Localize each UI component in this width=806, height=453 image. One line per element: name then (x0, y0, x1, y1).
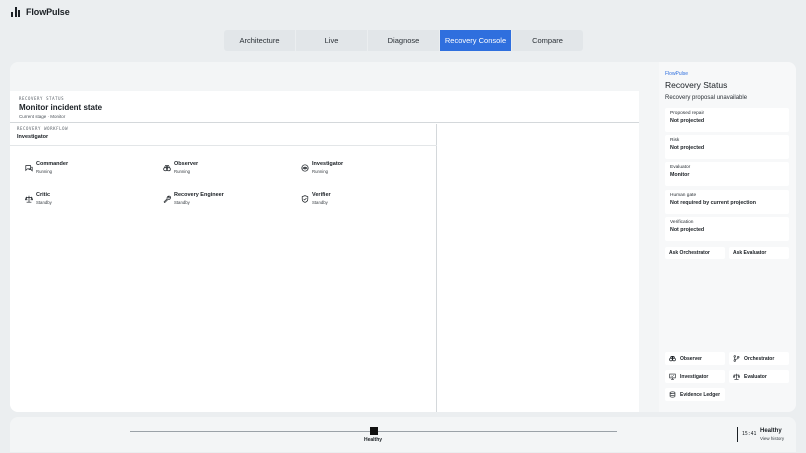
timeline-status: Healthy (760, 428, 782, 434)
view-tabs: Architecture Live Diagnose Recovery Cons… (224, 30, 583, 51)
timeline-marker-label: Healthy (364, 437, 383, 443)
panel-title: Recovery Status (665, 80, 728, 90)
field-value: Not projected (670, 118, 705, 124)
field-evaluator: Evaluator Monitor (665, 162, 789, 186)
tab-diagnose[interactable]: Diagnose (368, 30, 439, 51)
nav-investigator-button[interactable]: Investigator (665, 370, 725, 383)
agent-name: Verifier (312, 192, 331, 198)
binoculars-icon (669, 356, 676, 362)
database-icon (669, 391, 676, 398)
nav-label: Observer (680, 355, 702, 362)
nav-evidence-ledger-button[interactable]: Evidence Ledger (665, 388, 725, 401)
scale-icon (733, 373, 740, 380)
field-risk: Risk Not projected (665, 135, 789, 159)
agent-critic[interactable]: Critic Standby (25, 192, 145, 212)
agent-investigator[interactable]: Investigator Running (301, 161, 421, 181)
bar-chart-icon (11, 6, 20, 17)
field-value: Not required by current projection (670, 200, 756, 206)
top-bar: FlowPulse (0, 0, 806, 25)
workflow-title: Investigator (17, 134, 49, 140)
workflow-panel: RECOVERY WORKFLOW Investigator Commander… (10, 124, 437, 412)
stage-header: RECOVERY STATUS Monitor incident state C… (10, 91, 639, 123)
timeline-clock: 15:41 (737, 427, 756, 442)
field-proposed-repair: Proposed repair Not projected (665, 108, 789, 132)
panel-brand: FlowPulse (665, 71, 689, 77)
agent-status: Standby (174, 200, 190, 205)
agent-status: Running (174, 169, 191, 174)
stage-caption: RECOVERY STATUS (19, 96, 65, 101)
tab-live[interactable]: Live (296, 30, 367, 51)
binoculars-icon (163, 165, 171, 172)
app-logo[interactable]: FlowPulse (11, 6, 70, 17)
agent-observer[interactable]: Observer Running (163, 161, 283, 181)
agent-name: Commander (36, 161, 69, 167)
nav-observer-button[interactable]: Observer (665, 352, 725, 365)
main-container: RECOVERY STATUS Monitor incident state C… (10, 62, 796, 412)
ask-evaluator-button[interactable]: Ask Evaluator (729, 247, 789, 259)
agent-status: Running (312, 169, 329, 174)
workflow-header: RECOVERY WORKFLOW Investigator (10, 124, 437, 146)
stage-title: Monitor incident state (19, 103, 103, 112)
eye-icon (301, 164, 309, 172)
agent-commander[interactable]: Commander Running (25, 161, 145, 181)
agent-name: Observer (174, 161, 199, 167)
recovery-status-panel: FlowPulse Recovery Status Recovery propo… (659, 62, 796, 412)
wrench-icon (163, 195, 171, 203)
field-human-gate: Human gate Not required by current proje… (665, 190, 789, 214)
timeline-time: 15:41 (742, 432, 757, 437)
scale-icon (25, 195, 33, 203)
agent-status: Standby (36, 200, 52, 205)
ask-orchestrator-button[interactable]: Ask Orchestrator (665, 247, 725, 259)
view-history-link[interactable]: View history (760, 436, 784, 441)
nav-label: Orchestrator (744, 355, 775, 362)
app-name: FlowPulse (26, 6, 70, 17)
agent-name: Recovery Engineer (174, 192, 224, 198)
field-key: Risk (670, 138, 680, 143)
timeline-bar: Healthy 15:41 Healthy View history (10, 417, 796, 452)
tab-recovery-console[interactable]: Recovery Console (440, 30, 511, 51)
nav-label: Evidence Ledger (680, 391, 721, 398)
field-value: Not projected (670, 227, 705, 233)
agent-status: Running (36, 169, 53, 174)
nav-evaluator-button[interactable]: Evaluator (729, 370, 789, 383)
workflow-caption: RECOVERY WORKFLOW (17, 126, 69, 131)
tab-compare[interactable]: Compare (512, 30, 583, 51)
field-key: Proposed repair (670, 111, 705, 116)
agent-name: Investigator (312, 161, 344, 167)
nav-label: Investigator (680, 373, 709, 380)
monitor-icon (669, 373, 676, 380)
timeline-marker[interactable] (370, 427, 378, 435)
panel-subtitle: Recovery proposal unavailable (665, 95, 748, 101)
field-verification: Verification Not projected (665, 217, 789, 241)
field-value: Not projected (670, 145, 705, 151)
chat-icon (25, 165, 33, 172)
tab-architecture[interactable]: Architecture (224, 30, 295, 51)
field-value: Monitor (670, 172, 690, 178)
nav-orchestrator-button[interactable]: Orchestrator (729, 352, 789, 365)
field-key: Human gate (670, 193, 697, 198)
shield-icon (301, 195, 309, 203)
stage-subtitle: Current stage · Monitor (19, 114, 66, 119)
agent-status: Standby (312, 200, 328, 205)
branch-icon (733, 355, 740, 362)
agent-name: Critic (36, 192, 51, 198)
field-key: Verification (670, 220, 694, 225)
agent-verifier[interactable]: Verifier Standby (301, 192, 421, 212)
stage-area: RECOVERY STATUS Monitor incident state C… (10, 91, 639, 412)
nav-label: Evaluator (744, 373, 767, 380)
agent-recovery-engineer[interactable]: Recovery Engineer Standby (163, 192, 283, 212)
field-key: Evaluator (670, 165, 691, 170)
